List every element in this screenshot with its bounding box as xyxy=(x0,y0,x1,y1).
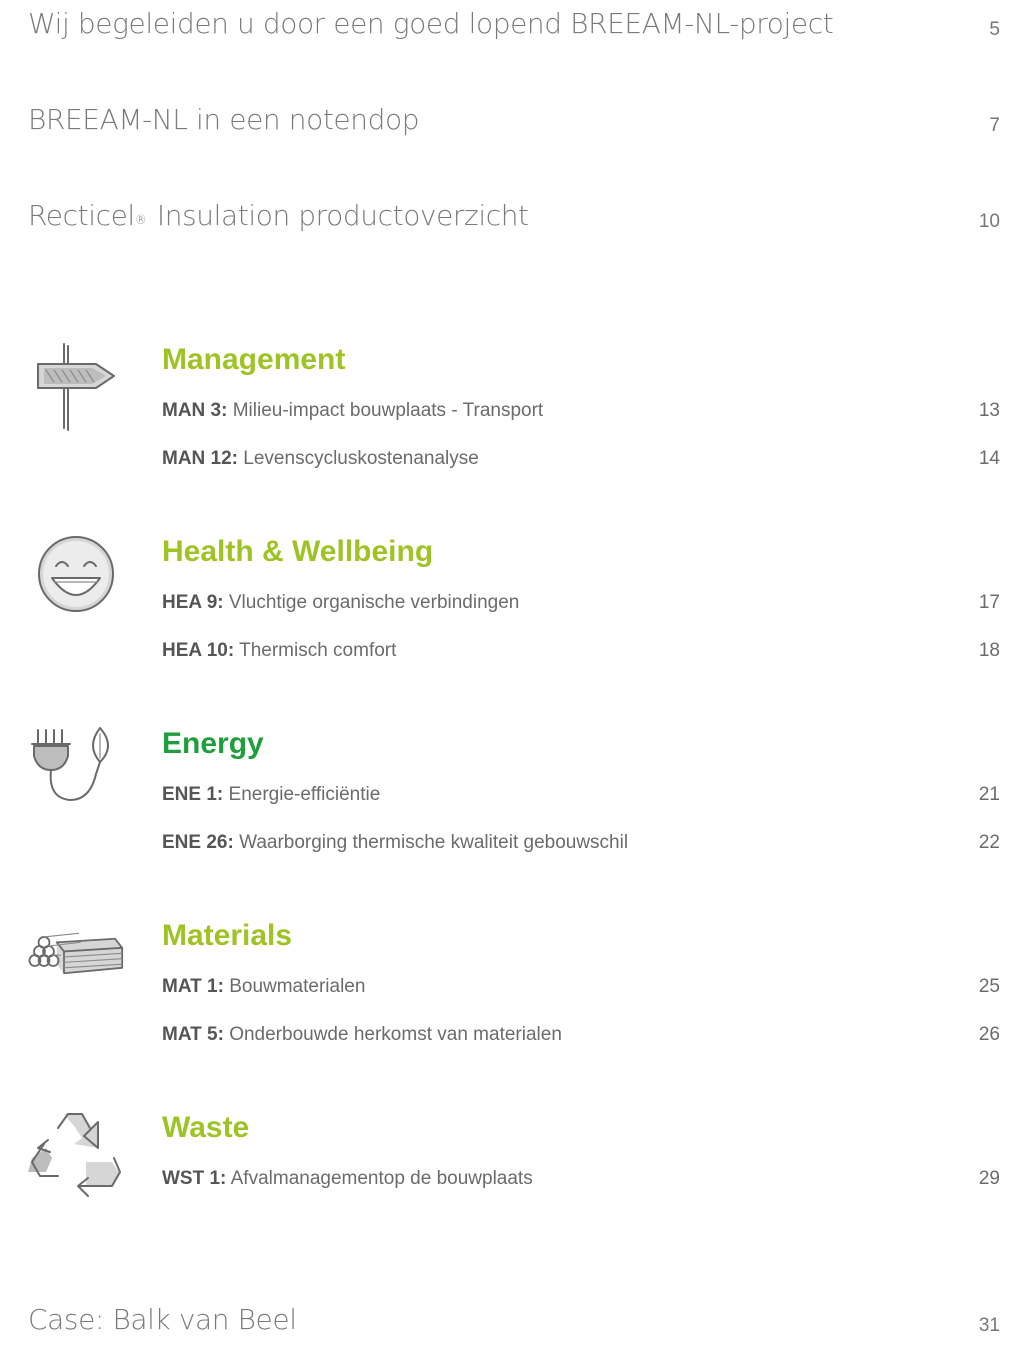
toc-item-page: 7 xyxy=(989,115,1000,136)
entry-code: WST 1: xyxy=(162,1168,227,1189)
section-heading: Management xyxy=(162,343,346,376)
toc-item-begeleiding[interactable]: Wij begeleiden u door een goed lopend BR… xyxy=(28,2,1000,46)
entry-code: MAN 3: xyxy=(162,400,228,421)
entry-title: Energie-efficiëntie xyxy=(228,784,381,805)
entry-code: MAN 12: xyxy=(162,448,239,469)
toc-entry-man12[interactable]: MAN 12: Levenscycluskostenanalyse 14 xyxy=(162,444,1000,474)
toc-item-notendop[interactable]: BREEAM-NL in een notendop 7 xyxy=(28,98,1000,142)
entry-page: 21 xyxy=(978,784,1000,805)
entry-page: 22 xyxy=(978,832,1000,853)
signpost-icon xyxy=(37,343,115,431)
entry-title: Bouwmaterialen xyxy=(229,976,366,997)
toc-item-page: 5 xyxy=(989,19,1000,40)
toc-item-label-rest: Insulation productoverzicht xyxy=(148,199,529,232)
entry-title: Vluchtige organische verbindingen xyxy=(228,592,520,613)
entry-page: 26 xyxy=(978,1024,1000,1045)
entry-code: MAT 5: xyxy=(162,1024,224,1045)
entry-title: Levenscycluskostenanalyse xyxy=(243,448,479,469)
entry-page: 25 xyxy=(978,976,1000,997)
entry-title: Onderbouwde herkomst van materialen xyxy=(229,1024,562,1045)
section-heading: Energy xyxy=(162,727,264,760)
toc-item-label: Recticel® Insulation productoverzicht xyxy=(28,194,529,238)
entry-page: 17 xyxy=(978,592,1000,613)
toc-entry-man3[interactable]: MAN 3: Milieu-impact bouwplaats - Transp… xyxy=(162,396,1000,426)
toc-item-case-balk-van-beel[interactable]: Case: Balk van Beel 31 xyxy=(28,1298,1000,1342)
toc-entry-hea9[interactable]: HEA 9: Vluchtige organische verbindingen… xyxy=(162,588,1000,618)
brand-name: Recticel xyxy=(28,199,135,232)
section-heading: Waste xyxy=(162,1111,250,1144)
toc-entry-mat1[interactable]: MAT 1: Bouwmaterialen 25 xyxy=(162,972,1000,1002)
toc-entry-wst1[interactable]: WST 1: Afvalmanagementop de bouwplaats 2… xyxy=(162,1164,1000,1194)
recycle-icon xyxy=(28,1113,121,1197)
materials-stack-icon xyxy=(28,932,124,975)
toc-item-label: BREEAM-NL in een notendop xyxy=(28,103,420,136)
entry-code: MAT 1: xyxy=(162,976,224,997)
toc-item-page: 10 xyxy=(978,211,1000,232)
toc-item-productoverzicht[interactable]: Recticel® Insulation productoverzicht 10 xyxy=(28,194,1000,238)
entry-title: Afvalmanagementop de bouwplaats xyxy=(230,1168,533,1189)
entry-code: ENE 1: xyxy=(162,784,224,805)
smiley-icon xyxy=(38,536,114,612)
toc-item-label: Wij begeleiden u door een goed lopend BR… xyxy=(28,7,834,40)
entry-code: HEA 10: xyxy=(162,640,235,661)
entry-title: Milieu-impact bouwplaats - Transport xyxy=(232,400,544,421)
entry-code: ENE 26: xyxy=(162,832,234,853)
entry-page: 13 xyxy=(978,400,1000,421)
registered-mark: ® xyxy=(134,213,147,227)
entry-title: Waarborging thermische kwaliteit gebouws… xyxy=(239,832,629,853)
entry-page: 29 xyxy=(978,1168,1000,1189)
toc-entry-ene1[interactable]: ENE 1: Energie-efficiëntie 21 xyxy=(162,780,1000,810)
toc-entry-ene26[interactable]: ENE 26: Waarborging thermische kwaliteit… xyxy=(162,828,1000,858)
entry-page: 18 xyxy=(978,640,1000,661)
toc-entry-mat5[interactable]: MAT 5: Onderbouwde herkomst van material… xyxy=(162,1020,1000,1050)
entry-page: 14 xyxy=(978,448,1000,469)
entry-code: HEA 9: xyxy=(162,592,224,613)
section-heading: Health & Wellbeing xyxy=(162,535,434,568)
entry-title: Thermisch comfort xyxy=(239,640,397,661)
toc-item-label: Case: Balk van Beel xyxy=(28,1303,297,1336)
toc-item-page: 31 xyxy=(978,1315,1000,1336)
toc-entry-hea10[interactable]: HEA 10: Thermisch comfort 18 xyxy=(162,636,1000,666)
section-heading: Materials xyxy=(162,919,293,952)
plug-leaf-icon xyxy=(31,727,109,801)
